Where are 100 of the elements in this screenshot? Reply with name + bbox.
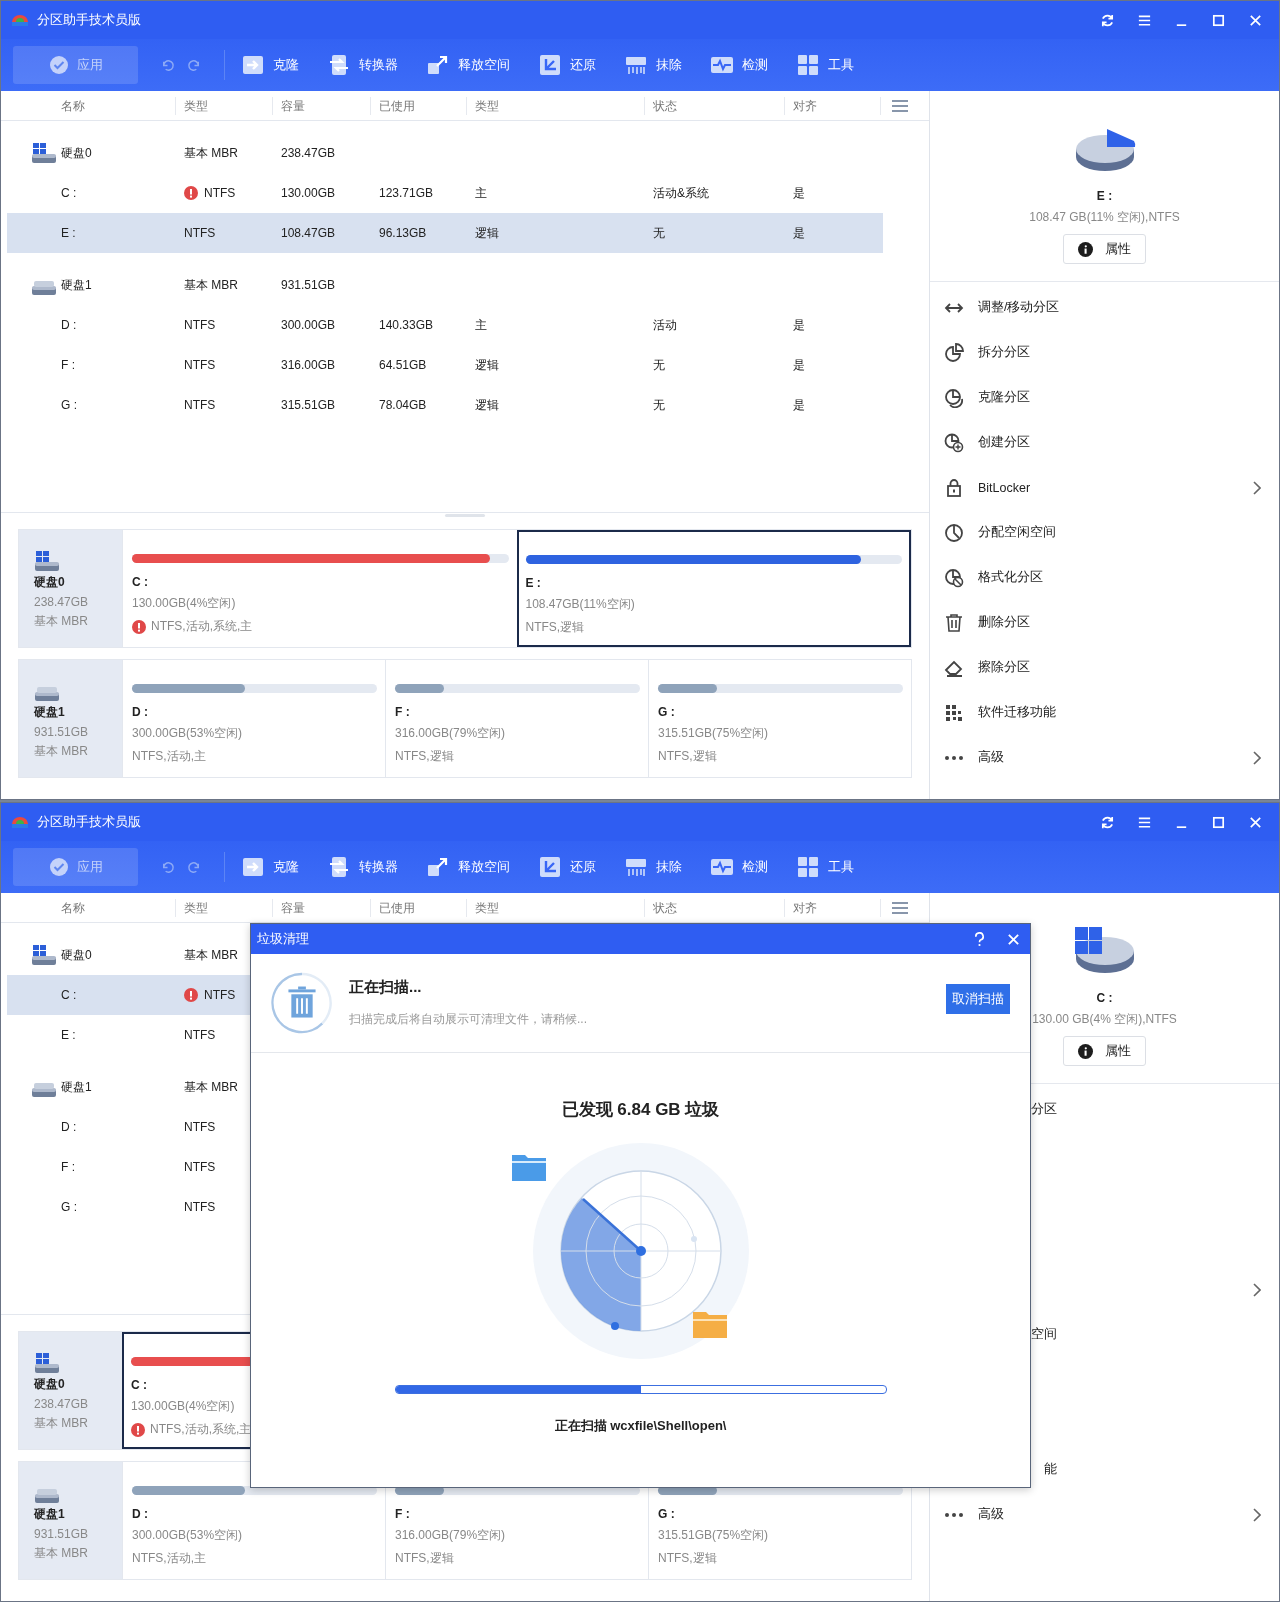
toolbar-button[interactable]: 转换器	[359, 56, 398, 74]
partition-row[interactable]: C : NTFS 130.00GB 123.71GB 主 活动&系统 是	[7, 173, 883, 213]
partition-flags: NTFS,活动,主	[132, 1550, 206, 1567]
column-header[interactable]: 对齐	[785, 898, 881, 917]
maximize-icon[interactable]	[1211, 12, 1226, 28]
toolbar-button[interactable]: 工具	[828, 858, 854, 876]
column-header[interactable]: 状态	[645, 898, 785, 917]
column-header[interactable]: 对齐	[785, 96, 881, 115]
add-pie-icon	[944, 432, 964, 453]
table-cell: NTFS	[184, 1120, 216, 1134]
chevron-right-icon[interactable]	[1253, 750, 1261, 765]
toolbar-button[interactable]: 检测	[742, 56, 768, 74]
toolbar-button[interactable]: 检测	[742, 858, 768, 876]
toolbar-button[interactable]: 还原	[570, 56, 596, 74]
pie-chart-icon	[944, 342, 964, 363]
table-cell-text: G :	[60, 1200, 78, 1214]
disk-card[interactable]: 硬盘0 238.47GB 基本 MBR	[19, 530, 122, 647]
table-cell-text: 96.13GB	[378, 226, 428, 240]
column-header[interactable]: 名称	[1, 898, 176, 917]
column-menu-icon[interactable]	[891, 98, 909, 113]
restore-icon	[538, 855, 562, 879]
column-header[interactable]: 容量	[273, 898, 371, 917]
partition-card[interactable]: D : 300.00GB(53%空闲) NTFS,活动,主	[122, 660, 385, 777]
partition-row[interactable]: E : NTFS 108.47GB 96.13GB 逻辑 无 是	[7, 213, 883, 253]
close-icon[interactable]	[1248, 814, 1263, 830]
action-item[interactable]: 创建分区	[978, 434, 1030, 451]
column-header[interactable]: 类型	[176, 898, 273, 917]
refresh-icon[interactable]	[1100, 814, 1115, 830]
disk-size: 931.51GB	[34, 725, 90, 739]
action-item[interactable]: 拆分分区	[978, 344, 1030, 361]
menu-icon[interactable]	[1137, 814, 1152, 830]
action-item[interactable]: 擦除分区	[978, 659, 1030, 676]
column-header[interactable]: 状态	[645, 96, 785, 115]
properties-button[interactable]: 属性	[1063, 234, 1146, 264]
action-item[interactable]: 调整/移动分区	[978, 299, 1060, 316]
table-cell-text: 无	[652, 396, 666, 414]
cancel-scan-button[interactable]: 取消扫描	[946, 984, 1010, 1014]
warning-icon	[131, 1422, 145, 1437]
table-cell-text: 300.00GB	[280, 318, 337, 332]
action-item[interactable]: BitLocker	[978, 480, 1031, 495]
close-icon[interactable]	[1007, 932, 1020, 946]
toolbar-button[interactable]: 克隆	[273, 56, 299, 74]
partition-card[interactable]: G : 315.51GB(75%空闲) NTFS,逻辑	[648, 660, 911, 777]
disk-card[interactable]: 硬盘1 931.51GB 基本 MBR	[19, 1462, 122, 1579]
action-item[interactable]: 空间	[1031, 1326, 1057, 1343]
info-icon	[1078, 241, 1093, 257]
action-item[interactable]: 分配空闲空间	[978, 524, 1056, 541]
toolbar-button[interactable]: 抹除	[656, 56, 682, 74]
column-header[interactable]: 已使用	[371, 96, 467, 115]
table-cell: NTFS	[184, 1028, 216, 1042]
action-item[interactable]: 分区	[1031, 1101, 1057, 1118]
column-header[interactable]: 已使用	[371, 898, 467, 917]
toolbar-button[interactable]: 还原	[570, 858, 596, 876]
pie-slash-icon	[944, 567, 964, 588]
toolbar-button[interactable]: 工具	[828, 56, 854, 74]
toolbar-button[interactable]: 释放空间	[458, 858, 510, 876]
column-header[interactable]: 类型	[176, 96, 273, 115]
action-item[interactable]: 高级	[978, 749, 1004, 766]
column-header[interactable]: 类型	[467, 96, 645, 115]
maximize-icon[interactable]	[1211, 814, 1226, 830]
action-item[interactable]: 高级	[978, 1506, 1004, 1523]
toolbar-button[interactable]: 抹除	[656, 858, 682, 876]
toolbar-button[interactable]: 克隆	[273, 858, 299, 876]
refresh-icon[interactable]	[1100, 12, 1115, 28]
toolbar-button[interactable]: 转换器	[359, 858, 398, 876]
action-item[interactable]: 格式化分区	[978, 569, 1043, 586]
toolbar-button[interactable]: 释放空间	[458, 56, 510, 74]
action-item[interactable]: 软件迁移功能	[978, 704, 1056, 721]
chevron-right-icon[interactable]	[1253, 1507, 1261, 1522]
column-header[interactable]: 容量	[273, 96, 371, 115]
chevron-right-icon[interactable]	[1253, 480, 1261, 495]
partition-row[interactable]: F : NTFS 316.00GB 64.51GB 逻辑 无 是	[7, 345, 883, 385]
properties-button[interactable]: 属性	[1063, 1036, 1146, 1066]
chevron-right-icon[interactable]	[1253, 1282, 1261, 1297]
partition-label: C :	[131, 1378, 148, 1392]
column-header[interactable]: 类型	[467, 898, 645, 917]
partition-label: E :	[525, 576, 542, 590]
partition-flags: NTFS,逻辑	[658, 1550, 717, 1567]
partition-card[interactable]: F : 316.00GB(79%空闲) NTFS,逻辑	[385, 660, 648, 777]
partition-row[interactable]: G : NTFS 315.51GB 78.04GB 逻辑 无 是	[7, 385, 883, 425]
swap-arrows-icon	[327, 53, 351, 77]
close-icon[interactable]	[1248, 12, 1263, 28]
action-item[interactable]: 克隆分区	[978, 389, 1030, 406]
column-header[interactable]: 名称	[1, 96, 176, 115]
column-menu-icon[interactable]	[891, 900, 909, 915]
menu-icon[interactable]	[1137, 12, 1152, 28]
disk-card[interactable]: 硬盘1 931.51GB 基本 MBR	[19, 660, 122, 777]
help-icon[interactable]	[974, 931, 985, 947]
partition-card[interactable]: C : 130.00GB(4%空闲) NTFS,活动,系统,主	[122, 530, 517, 647]
partition-card[interactable]: E : 108.47GB(11%空闲) NTFS,逻辑	[516, 530, 911, 647]
table-cell-text: C :	[60, 186, 78, 200]
table-cell-text: 逻辑	[474, 356, 500, 374]
disk-card[interactable]: 硬盘0 238.47GB 基本 MBR	[19, 1332, 122, 1449]
dialog-title: 垃圾清理	[257, 930, 309, 948]
action-item[interactable]: 删除分区	[978, 614, 1030, 631]
action-item[interactable]: 能	[1044, 1461, 1057, 1478]
partition-row[interactable]: D : NTFS 300.00GB 140.33GB 主 活动 是	[7, 305, 883, 345]
table-cell: NTFS	[184, 398, 216, 412]
arrow-box-icon	[241, 53, 265, 77]
table-cell-text: 无	[652, 224, 666, 242]
